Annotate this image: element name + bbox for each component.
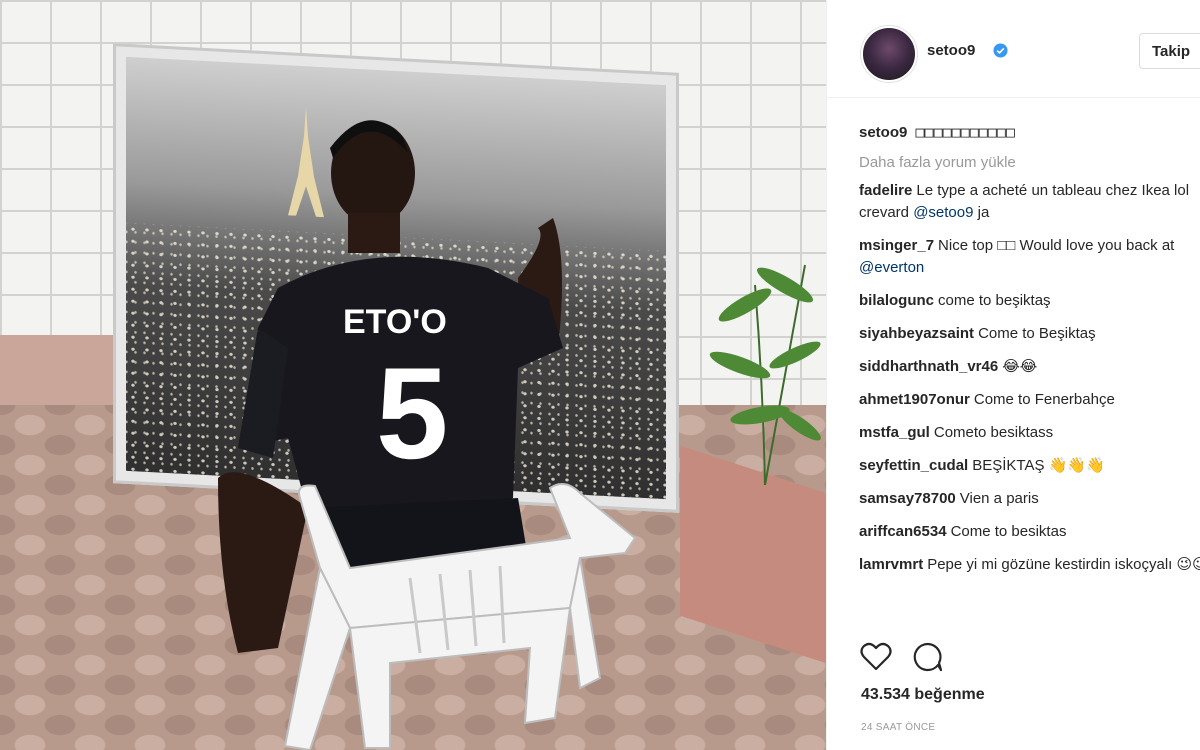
comment-row: bilalogunc come to beşiktaş — [859, 290, 1200, 312]
comment-row: siyahbeyazsaint Come to Beşiktaş — [859, 323, 1200, 345]
comment-text: Come to Beşiktaş — [978, 325, 1096, 342]
comment-mention-link[interactable]: @everton — [859, 259, 924, 276]
likes-count[interactable]: 43.534 beğenme — [861, 686, 985, 704]
comment-text: Vien a paris — [959, 490, 1039, 507]
post-timestamp: 24 SAAT ÖNCE — [861, 722, 936, 733]
plastic-chair — [283, 483, 637, 750]
comment-mention-link[interactable]: @setoo9 — [913, 204, 973, 221]
comment-row: ahmet1907onur Come to Fenerbahçe — [859, 389, 1200, 411]
comment-row: lamrvmrt Pepe yi mi gözüne kestirdin isko… — [859, 554, 1200, 576]
jersey-name: ETO'O — [343, 303, 447, 341]
comment-text: Come to besiktas — [950, 523, 1067, 540]
post-sidebar: setoo9 Takip setoo9 □□□□□□□□□□□ Daha faz… — [826, 0, 1200, 750]
comment-row: fadelire Le type a acheté un tableau chez… — [859, 180, 1200, 224]
post-header: setoo9 Takip — [827, 0, 1200, 98]
comment-username[interactable]: fadelire — [859, 182, 912, 199]
load-more-comments-link[interactable]: Daha fazla yorum yükle — [859, 153, 1200, 173]
post-photo[interactable]: ETO'O 5 — [0, 0, 826, 750]
comment-username[interactable]: mstfa_gul — [859, 424, 930, 441]
comment-text: come to beşiktaş — [938, 292, 1051, 309]
follow-button[interactable]: Takip — [1139, 33, 1200, 69]
header-username[interactable]: setoo9 — [927, 42, 975, 59]
comment-username[interactable]: ahmet1907onur — [859, 391, 970, 408]
comment-row: seyfettin_cudal BEŞİKTAŞ 👋👋👋 — [859, 455, 1200, 477]
comment-row: mstfa_gul Cometo besiktass — [859, 422, 1200, 444]
comment-username[interactable]: siddharthnath_vr46 — [859, 358, 998, 375]
heart-icon[interactable] — [859, 640, 893, 674]
verified-badge-icon — [993, 43, 1008, 58]
comment-text-tail: ja — [973, 204, 990, 221]
comment-username[interactable]: lamrvmrt — [859, 556, 923, 573]
comment-text: BEŞİKTAŞ 👋👋👋 — [972, 457, 1105, 474]
comment-username[interactable]: samsay78700 — [859, 490, 956, 507]
comment-row: msinger_7 Nice top □□ Would love you back… — [859, 235, 1200, 279]
comment-username[interactable]: siyahbeyazsaint — [859, 325, 974, 342]
caption-text: □□□□□□□□□□□ — [915, 123, 1015, 141]
comment-bubble-icon[interactable] — [911, 640, 945, 674]
avatar[interactable] — [861, 26, 917, 82]
comment-text: 😂😂 — [1002, 358, 1038, 375]
jersey-number: 5 — [376, 340, 448, 486]
comment-text: Pepe yi mi gözüne kestirdin iskoçyalı 😉😉 — [927, 556, 1200, 573]
action-bar — [859, 640, 979, 674]
caption-username[interactable]: setoo9 — [859, 124, 907, 141]
comment-username[interactable]: bilalogunc — [859, 292, 934, 309]
comment-username[interactable]: ariffcan6534 — [859, 523, 947, 540]
comment-text: Nice top □□ Would love you back at — [938, 237, 1175, 254]
comment-row: samsay78700 Vien a paris — [859, 488, 1200, 510]
comment-text: Cometo besiktass — [933, 424, 1054, 441]
comment-username[interactable]: msinger_7 — [859, 237, 934, 254]
comment-row: siddharthnath_vr46 😂😂 — [859, 356, 1200, 378]
comment-row: ariffcan6534 Come to besiktas — [859, 521, 1200, 543]
comment-text: Come to Fenerbahçe — [973, 391, 1115, 408]
comments-list: setoo9 □□□□□□□□□□□ Daha fazla yorum yükl… — [859, 122, 1200, 587]
comment-username[interactable]: seyfettin_cudal — [859, 457, 968, 474]
post-caption: setoo9 □□□□□□□□□□□ — [859, 122, 1200, 143]
plant — [709, 264, 821, 485]
